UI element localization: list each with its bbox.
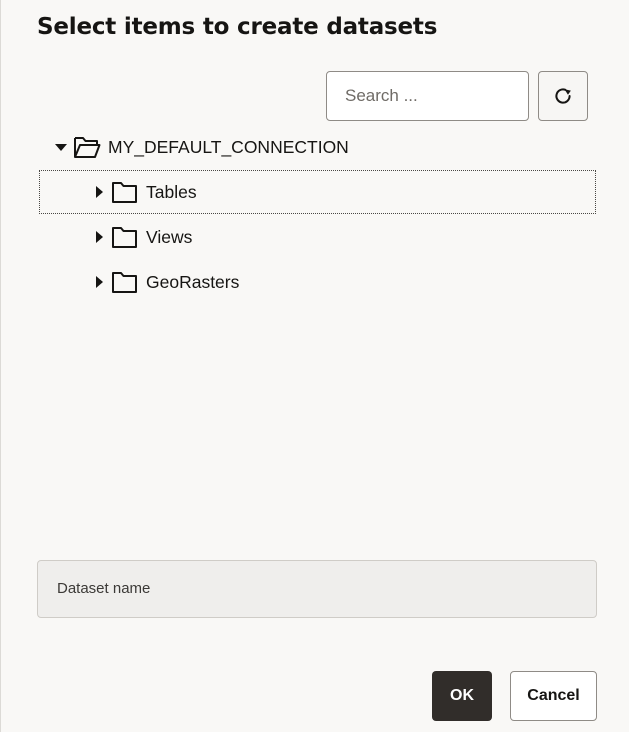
refresh-icon xyxy=(555,88,571,104)
folder-icon xyxy=(111,268,139,296)
tree-node-tables[interactable]: Tables xyxy=(39,170,596,214)
search-input[interactable] xyxy=(327,72,528,120)
folder-icon xyxy=(111,223,139,251)
dataset-name-field[interactable]: Dataset name xyxy=(37,560,597,618)
tree-node-georasters[interactable]: GeoRasters xyxy=(39,260,596,304)
tree-node-views[interactable]: Views xyxy=(39,215,596,259)
caret-right-icon[interactable] xyxy=(91,274,107,290)
folder-icon xyxy=(111,178,139,206)
tree-node-label: Tables xyxy=(146,181,197,202)
create-datasets-dialog: Select items to create datasets MY_DEFAU… xyxy=(1,0,629,732)
tree-node-label: MY_DEFAULT_CONNECTION xyxy=(108,136,349,157)
refresh-button[interactable] xyxy=(538,71,588,121)
cancel-button[interactable]: Cancel xyxy=(510,671,597,721)
dataset-name-label: Dataset name xyxy=(57,580,151,597)
tree-node-label: GeoRasters xyxy=(146,271,240,292)
tree-node-my-default-connection[interactable]: MY_DEFAULT_CONNECTION xyxy=(53,125,349,169)
caret-right-icon[interactable] xyxy=(91,229,107,245)
ok-button[interactable]: OK xyxy=(432,671,492,721)
search-box[interactable] xyxy=(326,71,529,121)
caret-down-icon[interactable] xyxy=(53,139,69,155)
dialog-title: Select items to create datasets xyxy=(37,14,438,40)
folder-open-icon xyxy=(73,133,101,161)
caret-right-icon[interactable] xyxy=(91,184,107,200)
tree-node-label: Views xyxy=(146,226,193,247)
